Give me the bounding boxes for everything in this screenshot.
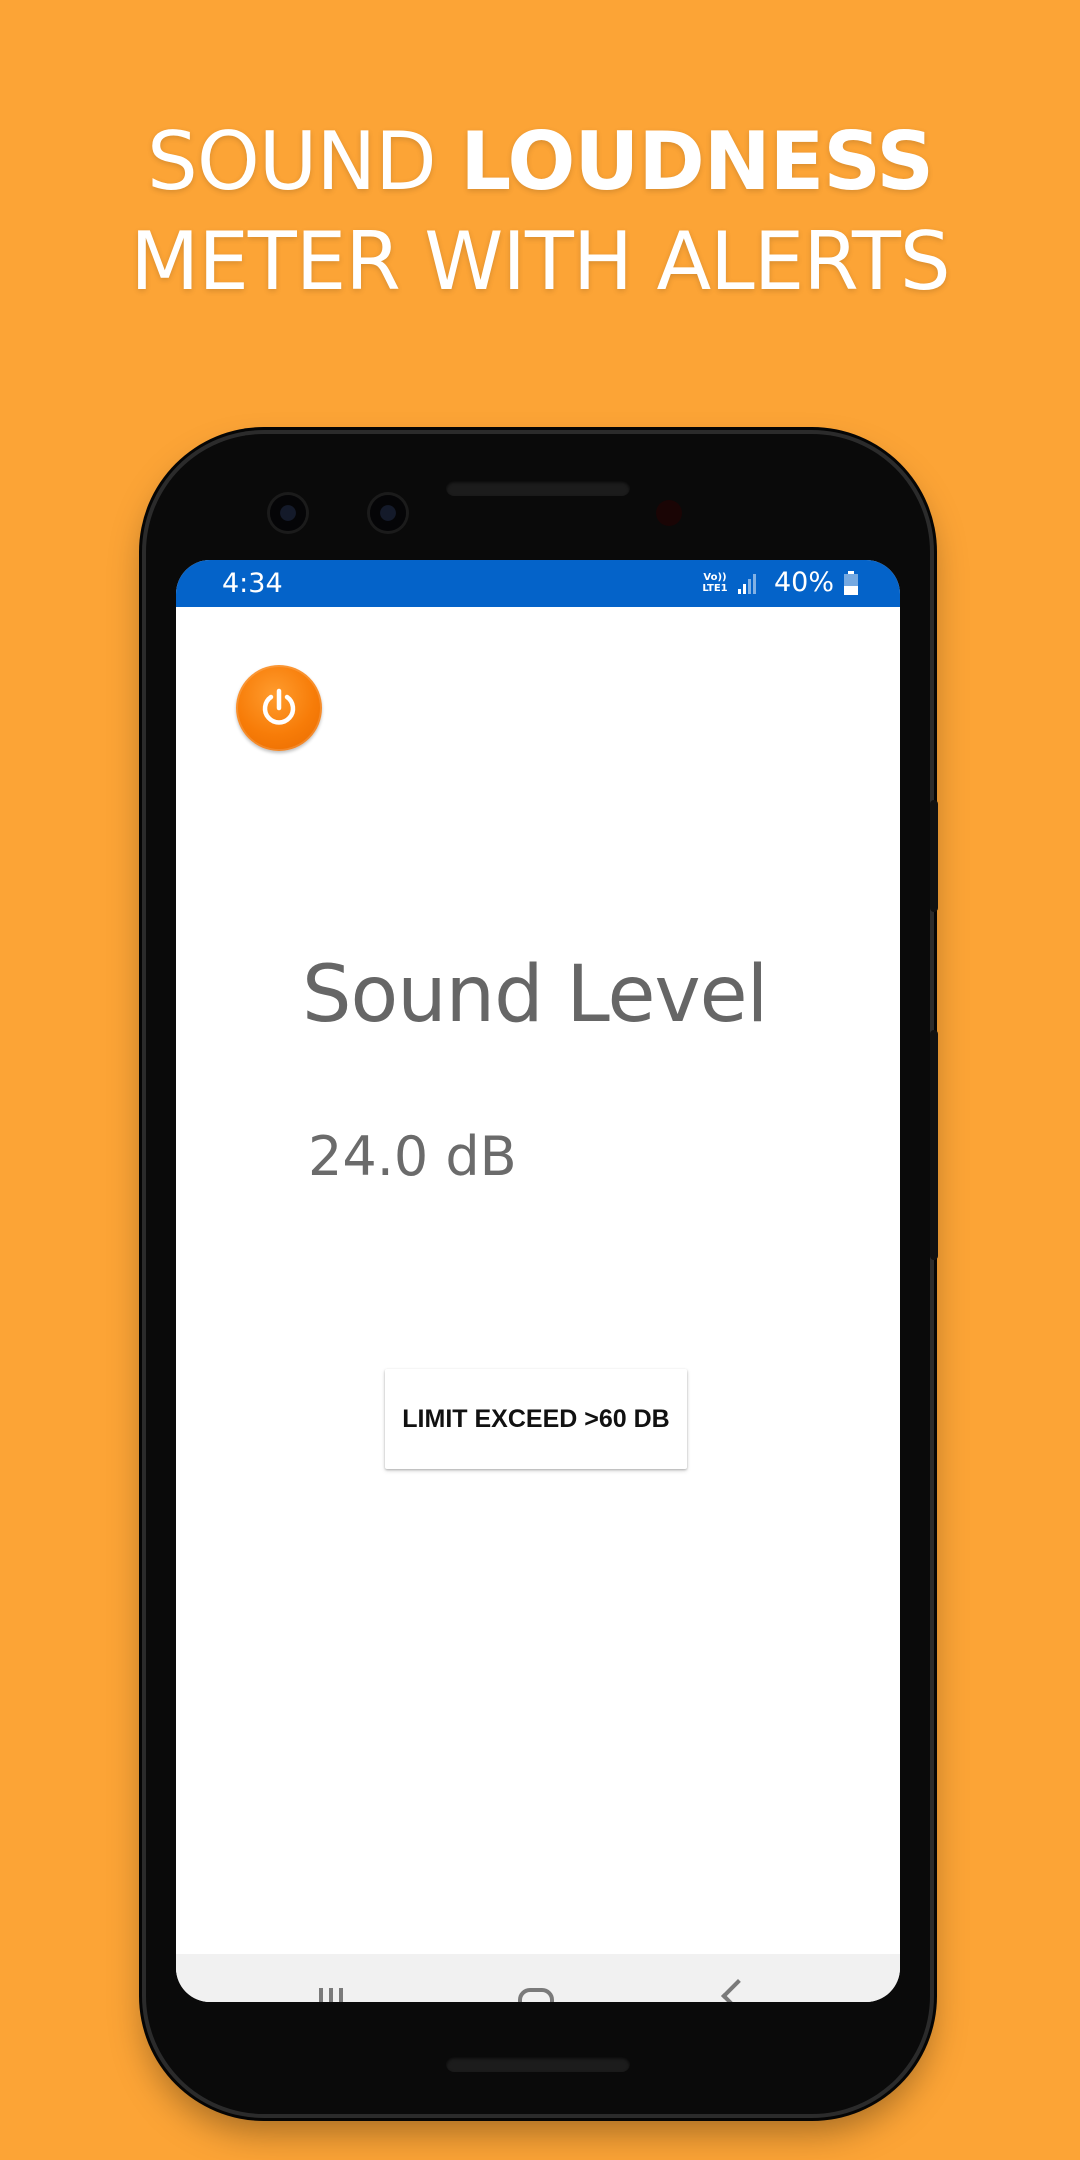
power-icon xyxy=(262,688,296,725)
navigation-bar xyxy=(176,1954,900,2002)
promo-headline-bold: LOUDNESS xyxy=(460,115,934,208)
promo-headline-line-1: SOUND LOUDNESS xyxy=(0,112,1080,212)
volte-line-2: LTE1 xyxy=(702,583,728,594)
front-camera-icon xyxy=(270,495,306,531)
sound-level-title: Sound Level xyxy=(302,950,768,1040)
status-icons: Vo)) LTE1 40% xyxy=(700,566,858,600)
volte-icon: Vo)) LTE1 xyxy=(700,572,730,594)
phone-bottom-speaker xyxy=(446,2056,630,2072)
recents-icon[interactable] xyxy=(316,1988,346,2002)
battery-percentage: 40% xyxy=(773,567,834,598)
phone-power-side-button xyxy=(930,1030,938,1260)
volte-line-1: Vo)) xyxy=(703,572,727,583)
limit-exceed-button[interactable]: LIMIT EXCEED >60 DB xyxy=(385,1369,687,1469)
status-bar: 4:34 Vo)) LTE1 40% xyxy=(176,560,900,607)
power-button[interactable] xyxy=(236,665,322,751)
back-icon[interactable] xyxy=(721,1979,755,2002)
status-time: 4:34 xyxy=(222,568,283,599)
phone-top-speaker xyxy=(446,480,630,496)
sound-level-value: 24.0 dB xyxy=(308,1125,517,1188)
home-icon[interactable] xyxy=(518,1988,554,2002)
battery-icon xyxy=(844,571,858,595)
promo-headline-part-1: SOUND xyxy=(147,115,461,208)
signal-icon xyxy=(737,572,760,594)
proximity-sensor xyxy=(656,500,682,526)
promo-headline-line-2: METER WITH ALERTS xyxy=(130,215,950,308)
phone-screen: 4:34 Vo)) LTE1 40% Sound Level 24.0 dB L… xyxy=(176,560,900,2002)
front-camera-secondary-icon xyxy=(370,495,406,531)
promo-headline: SOUND LOUDNESS METER WITH ALERTS xyxy=(0,112,1080,312)
phone-volume-button xyxy=(930,800,938,912)
